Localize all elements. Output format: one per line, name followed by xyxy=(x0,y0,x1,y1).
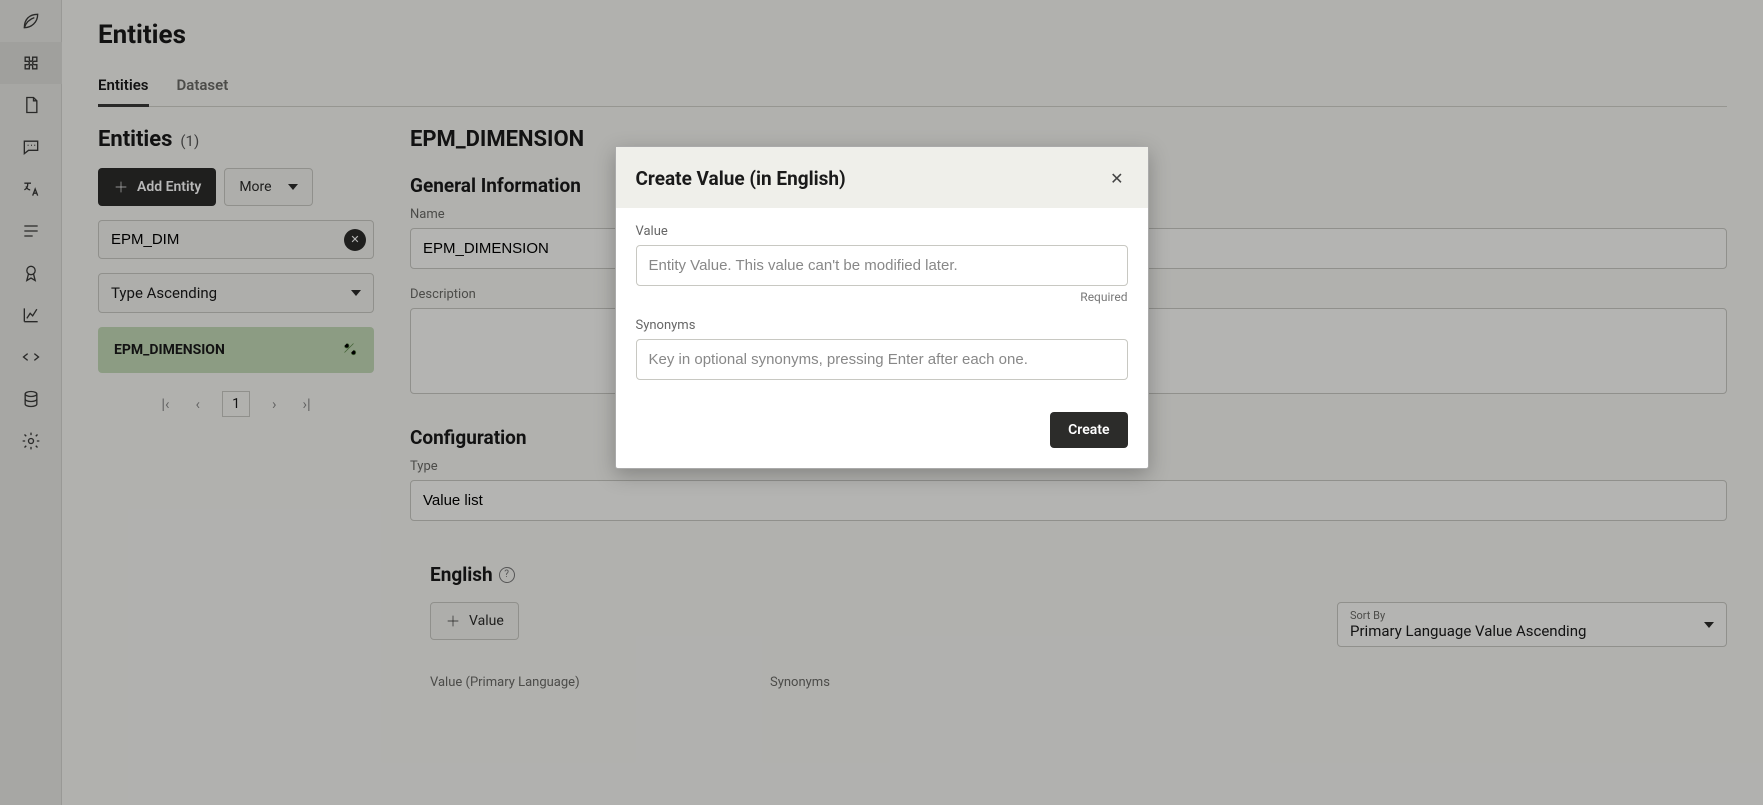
modal-title: Create Value (in English) xyxy=(636,167,846,190)
modal-overlay: Create Value (in English) ✕ Value Requir… xyxy=(0,0,1763,805)
synonyms-input[interactable] xyxy=(636,339,1128,380)
synonyms-field-label: Synonyms xyxy=(636,318,1128,333)
create-button[interactable]: Create xyxy=(1050,412,1127,448)
create-value-modal: Create Value (in English) ✕ Value Requir… xyxy=(615,146,1149,469)
value-field-label: Value xyxy=(636,224,1128,239)
required-hint: Required xyxy=(636,290,1128,304)
create-button-label: Create xyxy=(1068,422,1109,438)
value-input[interactable] xyxy=(636,245,1128,286)
close-icon[interactable]: ✕ xyxy=(1106,165,1127,192)
